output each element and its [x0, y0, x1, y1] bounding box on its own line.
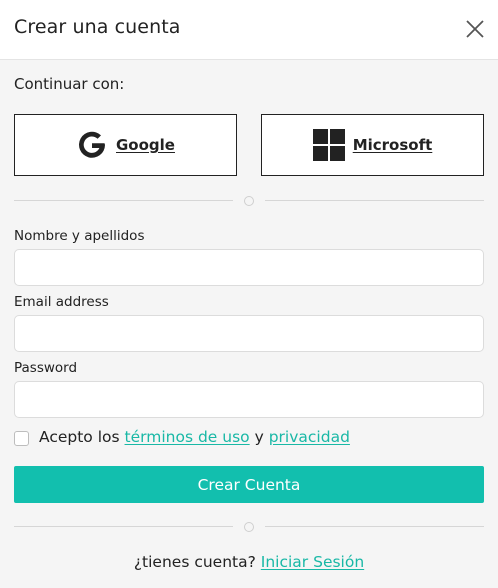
divider-top — [14, 195, 484, 207]
divider-bottom — [14, 521, 484, 533]
google-signin-button[interactable]: Google — [14, 114, 237, 176]
signin-prompt: ¿tienes cuenta? Iniciar Sesión — [0, 553, 498, 571]
name-input[interactable] — [14, 249, 484, 286]
divider-dot — [244, 196, 254, 206]
divider-line — [14, 526, 233, 527]
terms-conjunction: y — [254, 428, 264, 446]
google-label: Google — [116, 136, 175, 154]
name-label: Nombre y apellidos — [14, 228, 145, 244]
close-button[interactable] — [462, 16, 488, 42]
terms-checkbox[interactable] — [14, 431, 29, 446]
password-input[interactable] — [14, 381, 484, 418]
divider-line — [265, 526, 484, 527]
create-account-button[interactable]: Crear Cuenta — [14, 466, 484, 503]
dialog-header: Crear una cuenta — [0, 0, 498, 60]
divider-line — [14, 200, 233, 201]
email-label: Email address — [14, 294, 109, 310]
terms-of-use-link[interactable]: términos de uso — [125, 428, 250, 446]
microsoft-label: Microsoft — [352, 136, 433, 154]
microsoft-signin-button[interactable]: Microsoft — [261, 114, 484, 176]
email-input[interactable] — [14, 315, 484, 352]
terms-text: Acepto los términos de uso y privacidad — [39, 428, 350, 446]
terms-prefix: Acepto los — [39, 428, 120, 446]
close-icon — [466, 20, 484, 38]
divider-dot — [244, 522, 254, 532]
password-label: Password — [14, 360, 78, 376]
continue-with-label: Continuar con: — [14, 75, 125, 93]
dialog-title: Crear una cuenta — [14, 16, 181, 38]
divider-line — [265, 200, 484, 201]
signin-link[interactable]: Iniciar Sesión — [261, 553, 364, 571]
privacy-link[interactable]: privacidad — [269, 428, 350, 446]
google-g-icon — [79, 131, 105, 158]
microsoft-windows-icon — [312, 129, 345, 161]
signin-question: ¿tienes cuenta? — [133, 553, 256, 571]
